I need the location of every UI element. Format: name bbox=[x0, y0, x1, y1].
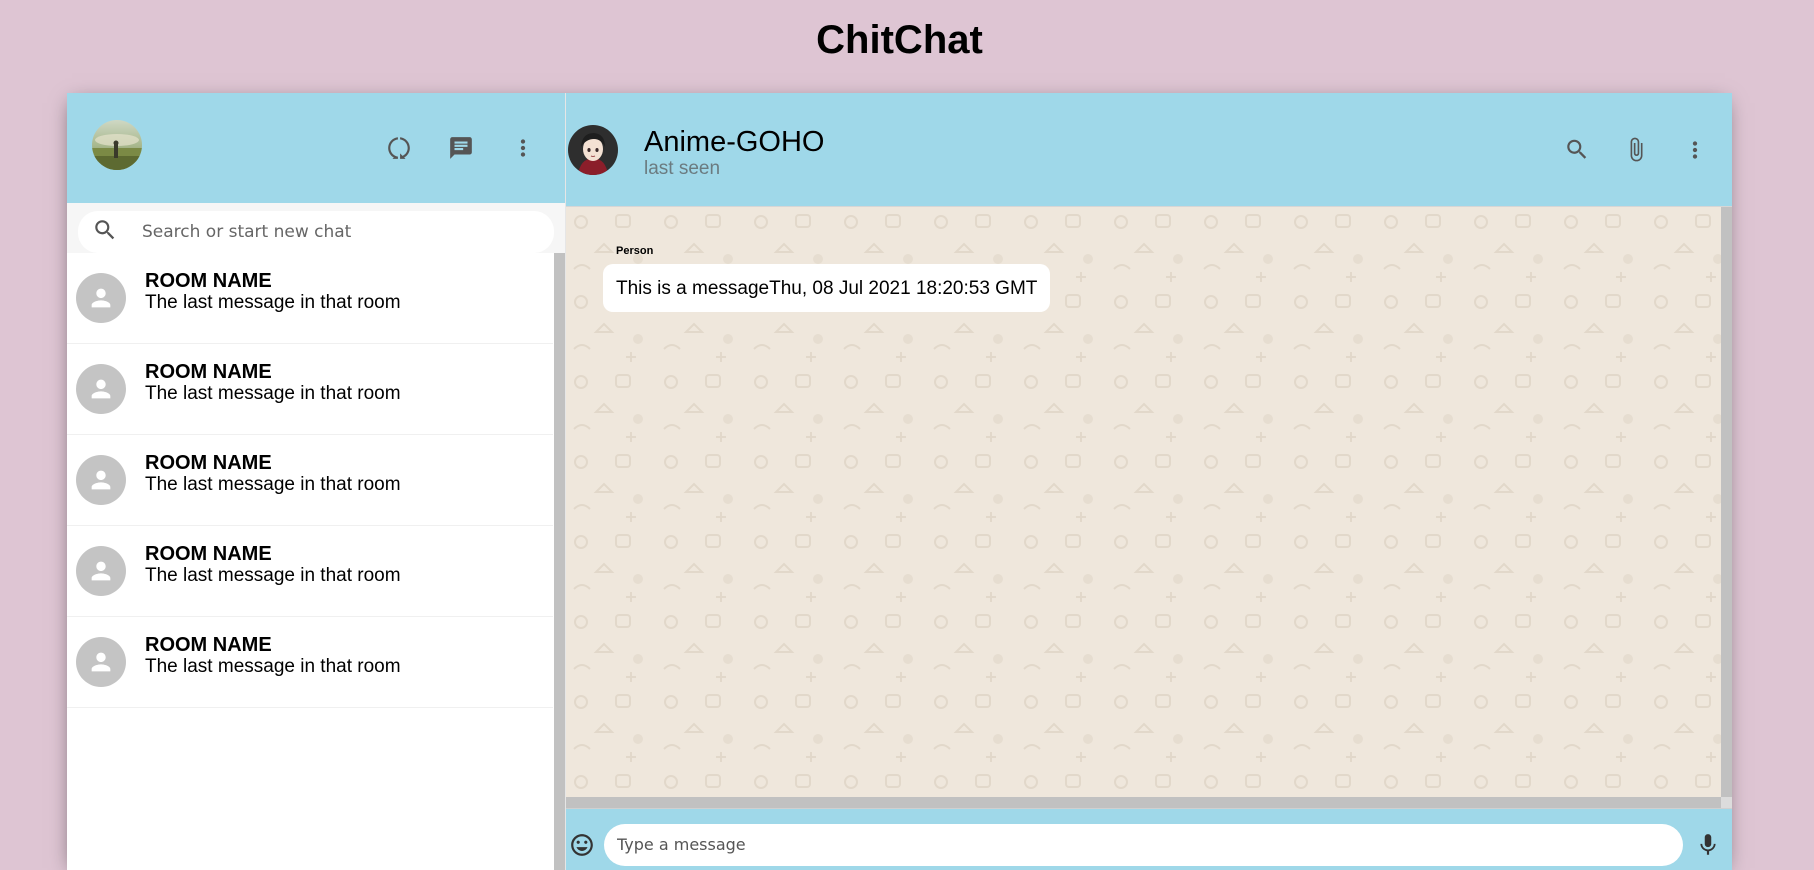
sidebar-header-actions bbox=[386, 135, 536, 161]
message-text: This is a message bbox=[616, 278, 770, 299]
chat-panel: Anime-GOHO last seen Person This is a me… bbox=[566, 93, 1732, 870]
room-name: ROOM NAME bbox=[145, 543, 272, 565]
sidebar-scrollbar[interactable] bbox=[554, 253, 565, 870]
contact-name: Anime-GOHO bbox=[644, 125, 825, 158]
status-icon[interactable] bbox=[386, 135, 412, 161]
room-name: ROOM NAME bbox=[145, 270, 272, 292]
message-timestamp: Thu, 08 Jul 2021 18:20:53 GMT bbox=[769, 278, 1038, 299]
search-input[interactable] bbox=[142, 222, 522, 242]
search-box bbox=[78, 211, 554, 253]
room-avatar bbox=[76, 364, 126, 414]
new-chat-icon[interactable] bbox=[448, 135, 474, 161]
message-input-box bbox=[604, 823, 1683, 866]
search-icon bbox=[92, 217, 118, 248]
room-last-message: The last message in that room bbox=[145, 292, 401, 313]
attach-icon[interactable] bbox=[1623, 137, 1649, 163]
room-last-message: The last message in that room bbox=[145, 474, 401, 495]
chat-header: Anime-GOHO last seen bbox=[566, 93, 1732, 207]
person-icon bbox=[91, 379, 111, 399]
person-icon bbox=[91, 652, 111, 672]
chat-vertical-scrollbar[interactable] bbox=[1721, 207, 1732, 808]
person-icon bbox=[91, 470, 111, 490]
contact-info: Anime-GOHO last seen bbox=[644, 126, 824, 180]
app-window: ROOM NAME The last message in that room … bbox=[67, 93, 1732, 870]
room-name: ROOM NAME bbox=[145, 452, 272, 474]
chat-list-item[interactable]: ROOM NAME The last message in that room bbox=[67, 344, 553, 435]
chat-list-item[interactable]: ROOM NAME The last message in that room bbox=[67, 526, 553, 617]
room-last-message: The last message in that room bbox=[145, 656, 401, 677]
microphone-icon[interactable] bbox=[1695, 832, 1721, 858]
message-input[interactable] bbox=[617, 835, 1683, 854]
room-avatar bbox=[76, 273, 126, 323]
more-vert-icon[interactable] bbox=[510, 135, 536, 161]
contact-status: last seen bbox=[644, 157, 721, 179]
chat-horizontal-scrollbar[interactable] bbox=[566, 797, 1732, 808]
room-info: ROOM NAME The last message in that room bbox=[145, 270, 401, 314]
emoji-icon[interactable] bbox=[569, 832, 595, 858]
chat-list-item[interactable]: ROOM NAME The last message in that room bbox=[67, 253, 553, 344]
room-name: ROOM NAME bbox=[145, 634, 272, 656]
chat-list-item[interactable]: ROOM NAME The last message in that room bbox=[67, 617, 553, 708]
chat-footer bbox=[566, 808, 1732, 870]
room-info: ROOM NAME The last message in that room bbox=[145, 361, 401, 405]
person-icon bbox=[91, 288, 111, 308]
room-last-message: The last message in that room bbox=[145, 383, 401, 404]
room-last-message: The last message in that room bbox=[145, 565, 401, 586]
chat-body: Person This is a messageThu, 08 Jul 2021… bbox=[566, 207, 1732, 808]
room-avatar bbox=[76, 637, 126, 687]
message-sender: Person bbox=[616, 245, 654, 257]
app-title: ChitChat bbox=[816, 18, 983, 62]
message-bubble: This is a messageThu, 08 Jul 2021 18:20:… bbox=[603, 264, 1051, 312]
sidebar-header bbox=[67, 93, 565, 203]
room-name: ROOM NAME bbox=[145, 361, 272, 383]
user-avatar[interactable] bbox=[92, 120, 142, 170]
search-bar bbox=[67, 203, 565, 253]
person-icon bbox=[91, 561, 111, 581]
sidebar: ROOM NAME The last message in that room … bbox=[67, 93, 566, 870]
chat-list: ROOM NAME The last message in that room … bbox=[67, 253, 565, 870]
search-icon[interactable] bbox=[1564, 137, 1590, 163]
room-info: ROOM NAME The last message in that room bbox=[145, 452, 401, 496]
room-info: ROOM NAME The last message in that room bbox=[145, 543, 401, 587]
more-vert-icon[interactable] bbox=[1682, 137, 1708, 163]
contact-avatar[interactable] bbox=[568, 124, 618, 175]
scrollbar-corner bbox=[1721, 797, 1732, 808]
chat-header-actions bbox=[1564, 137, 1708, 163]
room-avatar bbox=[76, 546, 126, 596]
chat-list-item[interactable]: ROOM NAME The last message in that room bbox=[67, 435, 553, 526]
room-info: ROOM NAME The last message in that room bbox=[145, 634, 401, 678]
room-avatar bbox=[76, 455, 126, 505]
